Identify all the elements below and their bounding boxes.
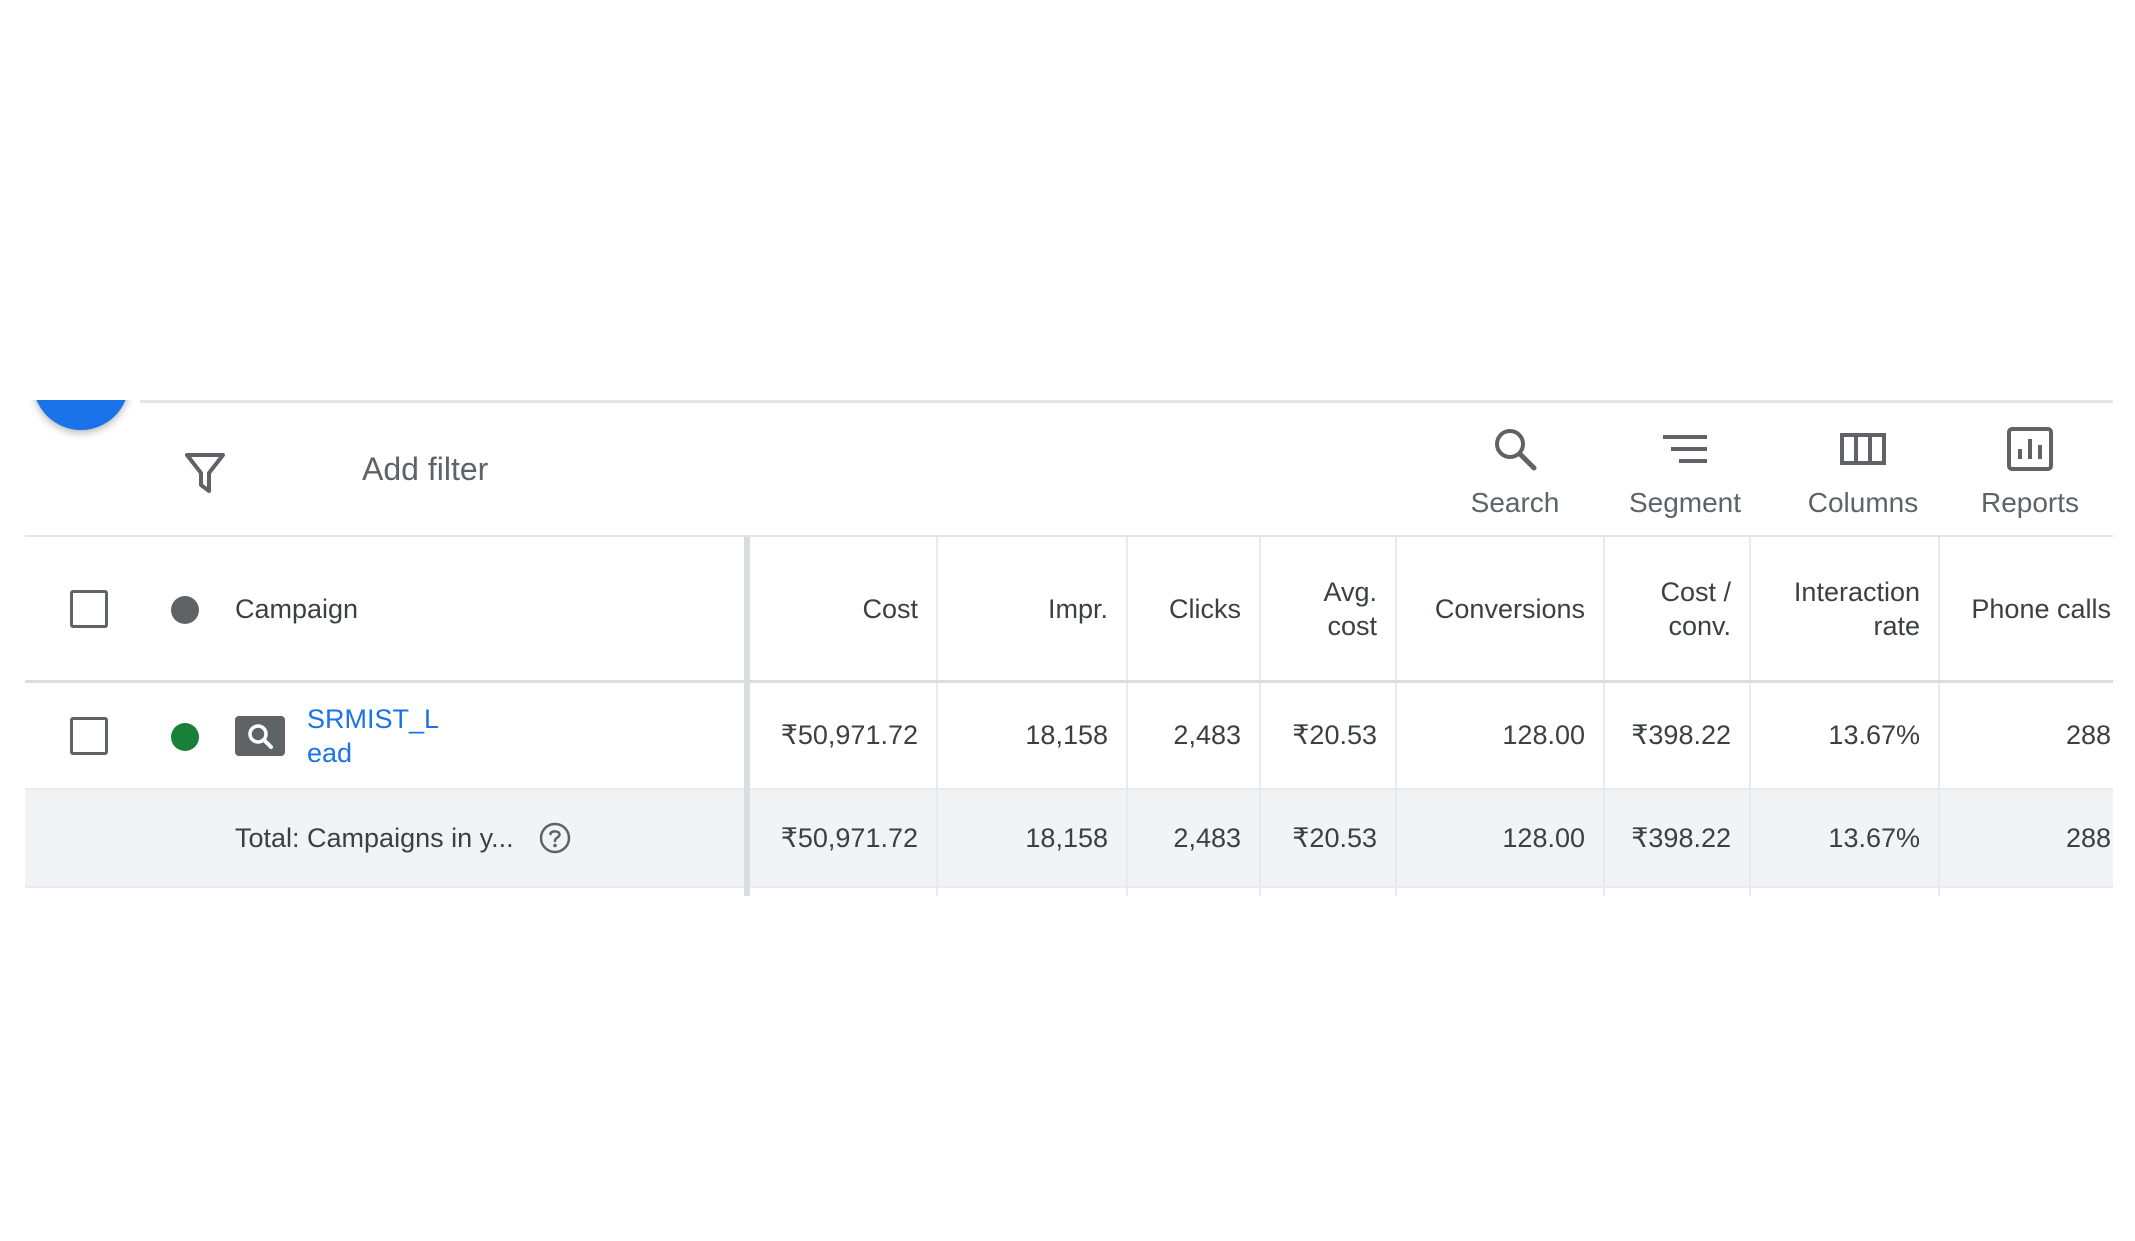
filter-icon[interactable] bbox=[183, 449, 227, 497]
total-cost: ₹50,971.72 bbox=[747, 789, 938, 888]
header-campaign[interactable]: Campaign bbox=[217, 537, 750, 683]
header-conversions[interactable]: Conversions bbox=[1396, 537, 1605, 683]
total-cost-per-conv: ₹398.22 bbox=[1604, 789, 1751, 888]
campaigns-table: Campaign Cost Impr. Clicks Avg. cost Con… bbox=[25, 537, 2113, 896]
header-interaction-rate[interactable]: Interaction rate bbox=[1750, 537, 1940, 683]
cell-impr: 18,158 bbox=[937, 681, 1128, 790]
campaign-name-link[interactable]: SRMIST_Lead bbox=[307, 702, 447, 770]
campaigns-panel: Add filter Search Segment Columns Report… bbox=[25, 400, 2113, 896]
reports-icon bbox=[2007, 427, 2053, 471]
reports-label: Reports bbox=[1980, 487, 2080, 518]
total-interaction-rate: 13.67% bbox=[1750, 789, 1940, 888]
header-cost[interactable]: Cost bbox=[747, 537, 938, 683]
segment-button[interactable]: Segment bbox=[1610, 425, 1760, 530]
table-header-row: Campaign Cost Impr. Clicks Avg. cost Con… bbox=[25, 537, 2113, 683]
reports-button[interactable]: Reports bbox=[1960, 425, 2100, 530]
add-filter-button[interactable]: Add filter bbox=[362, 451, 488, 488]
header-cost-per-conv[interactable]: Cost / conv. bbox=[1604, 537, 1751, 683]
search-label: Search bbox=[1470, 487, 1560, 518]
search-icon bbox=[1495, 429, 1537, 471]
total-clicks: 2,483 bbox=[1127, 789, 1261, 888]
select-all-cell bbox=[25, 537, 153, 683]
cell-cost-per-conv: ₹398.22 bbox=[1604, 681, 1751, 790]
table-row[interactable]: SRMIST_Lead ₹50,971.72 18,158 2,483 ₹20.… bbox=[25, 681, 2113, 790]
total-impr: 18,158 bbox=[937, 789, 1128, 888]
row-checkbox[interactable] bbox=[70, 716, 108, 755]
segment-icon bbox=[1663, 435, 1707, 463]
header-phone-calls[interactable]: Phone calls bbox=[1939, 537, 2113, 683]
status-header-cell bbox=[153, 537, 217, 683]
columns-icon bbox=[1840, 433, 1886, 465]
total-conversions: 128.00 bbox=[1396, 789, 1605, 888]
cell-clicks: 2,483 bbox=[1127, 681, 1261, 790]
cell-interaction-rate: 13.67% bbox=[1750, 681, 1940, 790]
select-all-checkbox[interactable] bbox=[70, 589, 108, 628]
search-button[interactable]: Search bbox=[1450, 425, 1580, 530]
cell-conversions: 128.00 bbox=[1396, 681, 1605, 790]
header-impr[interactable]: Impr. bbox=[937, 537, 1128, 683]
cell-cost: ₹50,971.72 bbox=[747, 681, 938, 790]
total-row: Total: Campaigns in y... ₹50,971.72 18,1… bbox=[25, 789, 2113, 888]
total-avg-cost: ₹20.53 bbox=[1260, 789, 1397, 888]
cell-avg-cost: ₹20.53 bbox=[1260, 681, 1397, 790]
header-avg-cost[interactable]: Avg. cost bbox=[1260, 537, 1397, 683]
total-phone-calls: 288 bbox=[1939, 789, 2113, 888]
cell-phone-calls: 288 bbox=[1939, 681, 2113, 790]
columns-label: Columns bbox=[1807, 487, 1919, 518]
status-header-dot[interactable] bbox=[171, 596, 199, 625]
segment-label: Segment bbox=[1628, 487, 1742, 518]
header-clicks[interactable]: Clicks bbox=[1127, 537, 1261, 683]
columns-button[interactable]: Columns bbox=[1783, 425, 1943, 530]
search-campaign-icon bbox=[235, 715, 285, 756]
status-enabled-dot[interactable] bbox=[171, 722, 199, 751]
help-icon[interactable] bbox=[538, 821, 572, 855]
total-label: Total: Campaigns in y... bbox=[235, 822, 514, 853]
table-toolbar: Add filter Search Segment Columns Report… bbox=[25, 403, 2113, 537]
